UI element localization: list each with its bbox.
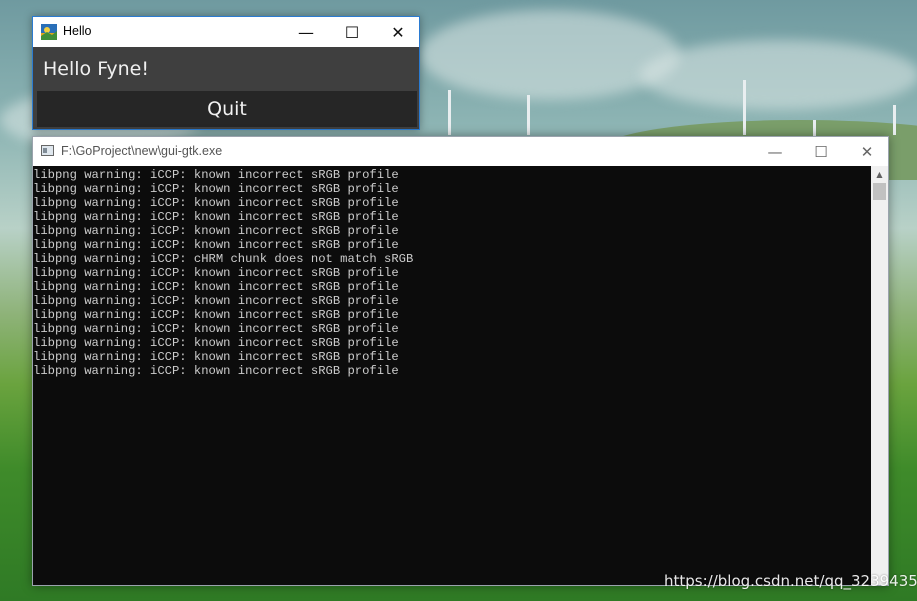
console-window-titlebar[interactable]: F:\GoProject\new\gui-gtk.exe — ☐ ✕ [33, 137, 888, 166]
maximize-icon: ☐ [344, 22, 360, 42]
console-line: libpng warning: iCCP: known incorrect sR… [33, 266, 399, 280]
hello-window-content: Hello Fyne! Quit [33, 47, 419, 129]
console-window-title: F:\GoProject\new\gui-gtk.exe [61, 144, 223, 158]
minimize-icon: — [298, 22, 314, 42]
console-minimize-button[interactable]: — [752, 137, 798, 166]
app-icon [41, 24, 57, 40]
console-output[interactable]: libpng warning: iCCP: known incorrect sR… [33, 166, 871, 585]
scroll-thumb[interactable] [873, 183, 886, 200]
console-line: libpng warning: iCCP: known incorrect sR… [33, 280, 399, 294]
console-line: libpng warning: iCCP: known incorrect sR… [33, 182, 399, 196]
console-scrollbar[interactable]: ▲ [871, 166, 888, 585]
console-line: libpng warning: iCCP: known incorrect sR… [33, 196, 399, 210]
hello-label: Hello Fyne! [43, 58, 149, 80]
quit-button[interactable]: Quit [37, 91, 417, 127]
close-icon: ✕ [860, 142, 874, 161]
console-line: libpng warning: iCCP: known incorrect sR… [33, 322, 399, 336]
console-line: libpng warning: iCCP: known incorrect sR… [33, 294, 399, 308]
hello-window: Hello — ☐ ✕ Hello Fyne! Quit [32, 16, 420, 130]
console-close-button[interactable]: ✕ [844, 137, 890, 166]
console-lines: libpng warning: iCCP: known incorrect sR… [33, 166, 871, 378]
console-line: libpng warning: iCCP: known incorrect sR… [33, 364, 399, 378]
hello-window-titlebar[interactable]: Hello — ☐ ✕ [33, 17, 419, 47]
scroll-up-button[interactable]: ▲ [871, 166, 888, 183]
minimize-icon: — [767, 142, 783, 161]
arrow-up-icon: ▲ [876, 170, 883, 179]
close-button[interactable]: ✕ [375, 17, 421, 47]
console-line: libpng warning: iCCP: known incorrect sR… [33, 308, 399, 322]
console-line: libpng warning: iCCP: known incorrect sR… [33, 168, 399, 182]
console-maximize-button[interactable]: ☐ [798, 137, 844, 166]
console-line: libpng warning: iCCP: known incorrect sR… [33, 336, 399, 350]
console-window: F:\GoProject\new\gui-gtk.exe — ☐ ✕ libpn… [32, 136, 889, 586]
console-line: libpng warning: iCCP: cHRM chunk does no… [33, 252, 414, 266]
close-icon: ✕ [391, 22, 405, 42]
maximize-button[interactable]: ☐ [329, 17, 375, 47]
console-line: libpng warning: iCCP: known incorrect sR… [33, 238, 399, 252]
console-icon [41, 145, 54, 156]
console-line: libpng warning: iCCP: known incorrect sR… [33, 210, 399, 224]
maximize-icon: ☐ [814, 142, 828, 161]
minimize-button[interactable]: — [283, 17, 329, 47]
console-line: libpng warning: iCCP: known incorrect sR… [33, 224, 399, 238]
console-line: libpng warning: iCCP: known incorrect sR… [33, 350, 399, 364]
hello-window-title: Hello [63, 24, 92, 38]
watermark: https://blog.csdn.net/qq_32394351 [664, 572, 917, 590]
